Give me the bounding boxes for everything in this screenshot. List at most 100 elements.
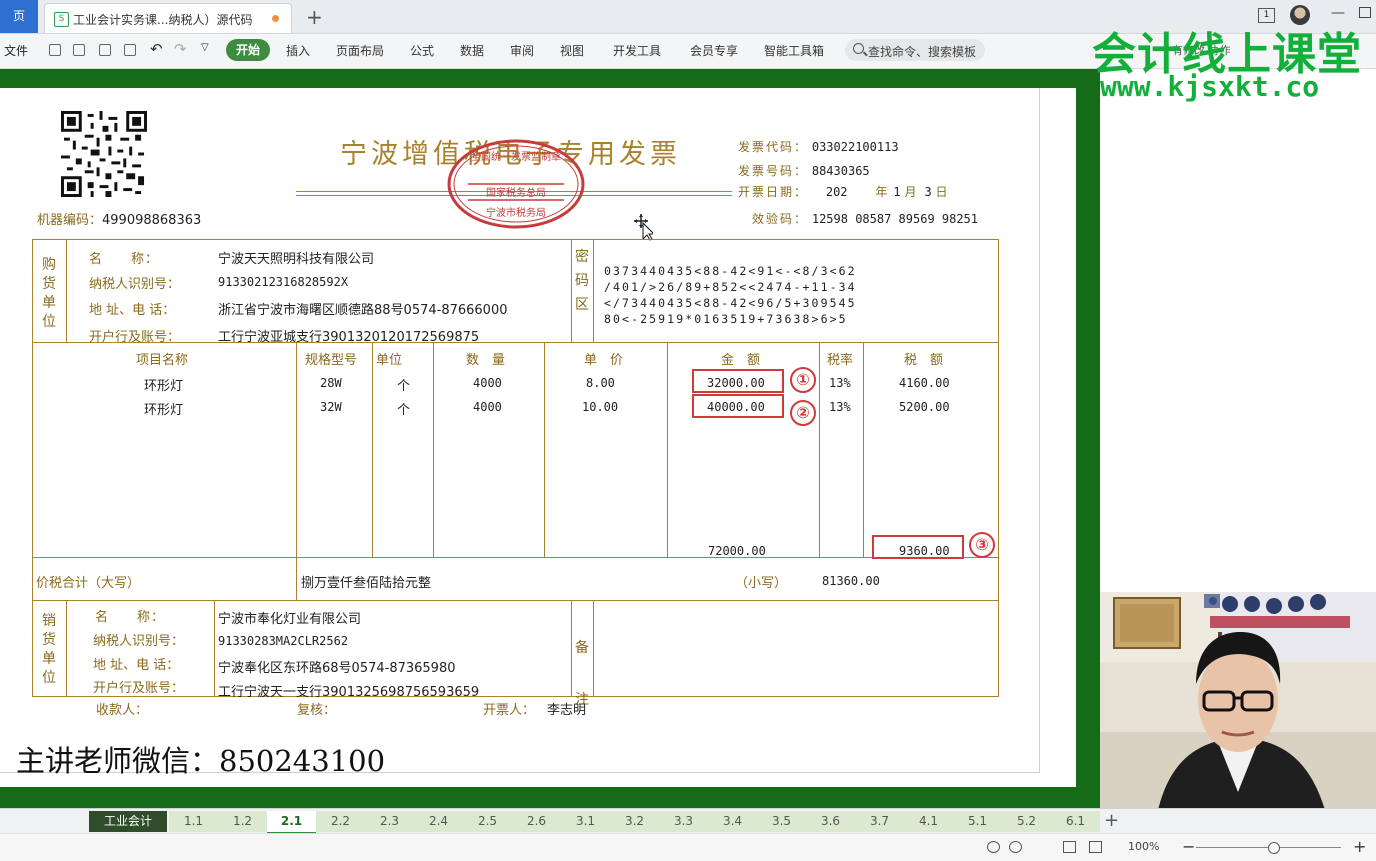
- print-preview-icon[interactable]: [124, 44, 136, 56]
- grid-line: [32, 600, 999, 601]
- chevron-down-icon[interactable]: ▽: [201, 42, 209, 53]
- home-tab[interactable]: 页: [0, 0, 38, 33]
- sheet-tab[interactable]: 3.4: [708, 811, 757, 832]
- marker-2-icon: ②: [790, 400, 816, 426]
- sheet-tab[interactable]: 2.2: [316, 811, 365, 832]
- zoom-in-button[interactable]: +: [1353, 837, 1366, 856]
- restore-button[interactable]: [1359, 7, 1371, 18]
- seller-bank-label: 开户行及账号：: [93, 681, 185, 696]
- seal-text-top: 全国统一发票监制章: [471, 150, 561, 163]
- machine-code-value: 499098868363: [102, 213, 202, 228]
- tab-formula[interactable]: 公式: [410, 42, 434, 59]
- row2-unit: 个: [397, 403, 411, 418]
- zoom-out-button[interactable]: −: [1182, 837, 1195, 856]
- payee-label: 收款人：: [96, 703, 149, 718]
- add-sheet-button[interactable]: +: [1104, 810, 1119, 831]
- grid-line: [819, 342, 820, 558]
- seller-bank: 工行宁波天一支行3901325698756593659: [218, 685, 480, 700]
- row1-name: 环形灯: [144, 379, 184, 394]
- invoice-code-value: 033022100113: [811, 140, 899, 154]
- invoice-code: 发票代码： 033022100113: [738, 138, 899, 155]
- print-icon[interactable]: [99, 44, 111, 56]
- buyer-bank: 工行宁波亚城支行3901320120172569875: [218, 330, 480, 345]
- row2-price: 10.00: [582, 400, 619, 414]
- tab-insert[interactable]: 插入: [286, 42, 310, 59]
- grid-line: [66, 600, 67, 697]
- seller-address: 宁波奉化区东环路68号0574-87365980: [218, 661, 456, 676]
- cipher-line: /401/>26/89+852<<2474-+11-34: [604, 280, 857, 294]
- buyer-side-label: 购货单位: [42, 257, 56, 330]
- sheet-tab[interactable]: 6.1: [1051, 811, 1100, 832]
- sheet-tab[interactable]: 工业会计: [89, 811, 167, 832]
- grid-line: [32, 557, 999, 558]
- tab-member[interactable]: 会员专享: [690, 42, 738, 59]
- row2-spec: 32W: [320, 400, 342, 414]
- grid-line: [667, 342, 668, 558]
- save-icon[interactable]: [49, 44, 61, 56]
- reviewer-label: 复核：: [297, 703, 337, 718]
- grid-line: [32, 239, 999, 240]
- sheet-tab[interactable]: 3.1: [561, 811, 610, 832]
- sum-label: 价税合计（大写）: [36, 576, 141, 591]
- sheet-tab[interactable]: 5.2: [1002, 811, 1051, 832]
- sheet-tab[interactable]: 3.6: [806, 811, 855, 832]
- tab-page-layout[interactable]: 页面布局: [336, 42, 384, 59]
- eye-protection-icon[interactable]: [987, 841, 1000, 853]
- highlight-box-amount-1: [692, 369, 784, 393]
- sheet-tab[interactable]: 3.3: [659, 811, 708, 832]
- page-view-icon[interactable]: [1089, 841, 1102, 853]
- total-tax: 9360.00: [899, 544, 950, 558]
- grid-line: [571, 239, 572, 343]
- sheet-tab[interactable]: 1.2: [218, 811, 267, 832]
- format-painter-icon[interactable]: [73, 44, 85, 56]
- sheet-tab[interactable]: 2.4: [414, 811, 463, 832]
- watermark-url: www.kjsxkt.co: [1100, 70, 1320, 103]
- presenter-video: [1100, 592, 1376, 810]
- sheet-tab[interactable]: 1.1: [169, 811, 218, 832]
- sheet-tab[interactable]: 2.6: [512, 811, 561, 832]
- tab-data[interactable]: 数据: [460, 42, 484, 59]
- normal-view-icon[interactable]: [1063, 841, 1076, 853]
- cipher-line: </73440435<88-42<96/5+309545: [604, 296, 857, 310]
- drawer-name: 李志明: [547, 703, 587, 718]
- new-tab-button[interactable]: +: [306, 5, 323, 29]
- col-header-rate: 税率: [827, 353, 854, 368]
- invoice-date: 开票日期： 202 年 1 月3 日: [738, 183, 950, 200]
- tab-smart-tools[interactable]: 智能工具箱: [764, 42, 824, 59]
- file-menu[interactable]: 文件: [4, 42, 28, 59]
- tab-review[interactable]: 审阅: [510, 42, 534, 59]
- tax-bureau-seal: 全国统一发票监制章 国家税务总局 宁波市税务局: [447, 139, 585, 229]
- zoom-slider-handle[interactable]: [1268, 842, 1280, 854]
- sheet-tab[interactable]: 2.5: [463, 811, 512, 832]
- sheet-tab[interactable]: 2.1: [267, 811, 316, 834]
- sheet-tab[interactable]: 4.1: [904, 811, 953, 832]
- zoom-level[interactable]: 100%: [1128, 840, 1159, 853]
- seller-name-label: 名 称：: [95, 610, 166, 625]
- sheet-tab[interactable]: 2.3: [365, 811, 414, 832]
- document-tab-title: 工业会计实务课...纳税人）源代码: [73, 13, 253, 27]
- col-header-spec: 规格型号: [305, 353, 358, 368]
- row1-qty: 4000: [473, 376, 502, 390]
- sheet-tab[interactable]: 3.5: [757, 811, 806, 832]
- sheet-tab[interactable]: 5.1: [953, 811, 1002, 832]
- undo-icon[interactable]: ↶: [150, 40, 163, 58]
- sheet-tab[interactable]: 3.7: [855, 811, 904, 832]
- command-search[interactable]: 查找命令、搜索模板: [845, 39, 985, 61]
- tab-start[interactable]: 开始: [226, 39, 270, 61]
- row1-unit: 个: [397, 379, 411, 394]
- grid-line: [544, 342, 545, 558]
- input-method-icon[interactable]: [1009, 841, 1022, 853]
- tab-developer[interactable]: 开发工具: [613, 42, 661, 59]
- buyer-tax-label: 纳税人识别号：: [89, 277, 181, 292]
- document-tab[interactable]: S 工业会计实务课...纳税人）源代码: [44, 3, 292, 33]
- tab-view[interactable]: 视图: [560, 42, 584, 59]
- sheet-green-frame-right: [1076, 69, 1100, 808]
- invoice-number-label: 发票号码：: [738, 164, 809, 178]
- row1-rate: 13%: [829, 376, 851, 390]
- webcam-overlay: [1100, 592, 1376, 810]
- sheet-tab[interactable]: 3.2: [610, 811, 659, 832]
- move-cursor-icon: [634, 214, 653, 241]
- redo-icon[interactable]: ↷: [174, 40, 187, 58]
- grid-line: [32, 696, 999, 697]
- marker-1-icon: ①: [790, 367, 816, 393]
